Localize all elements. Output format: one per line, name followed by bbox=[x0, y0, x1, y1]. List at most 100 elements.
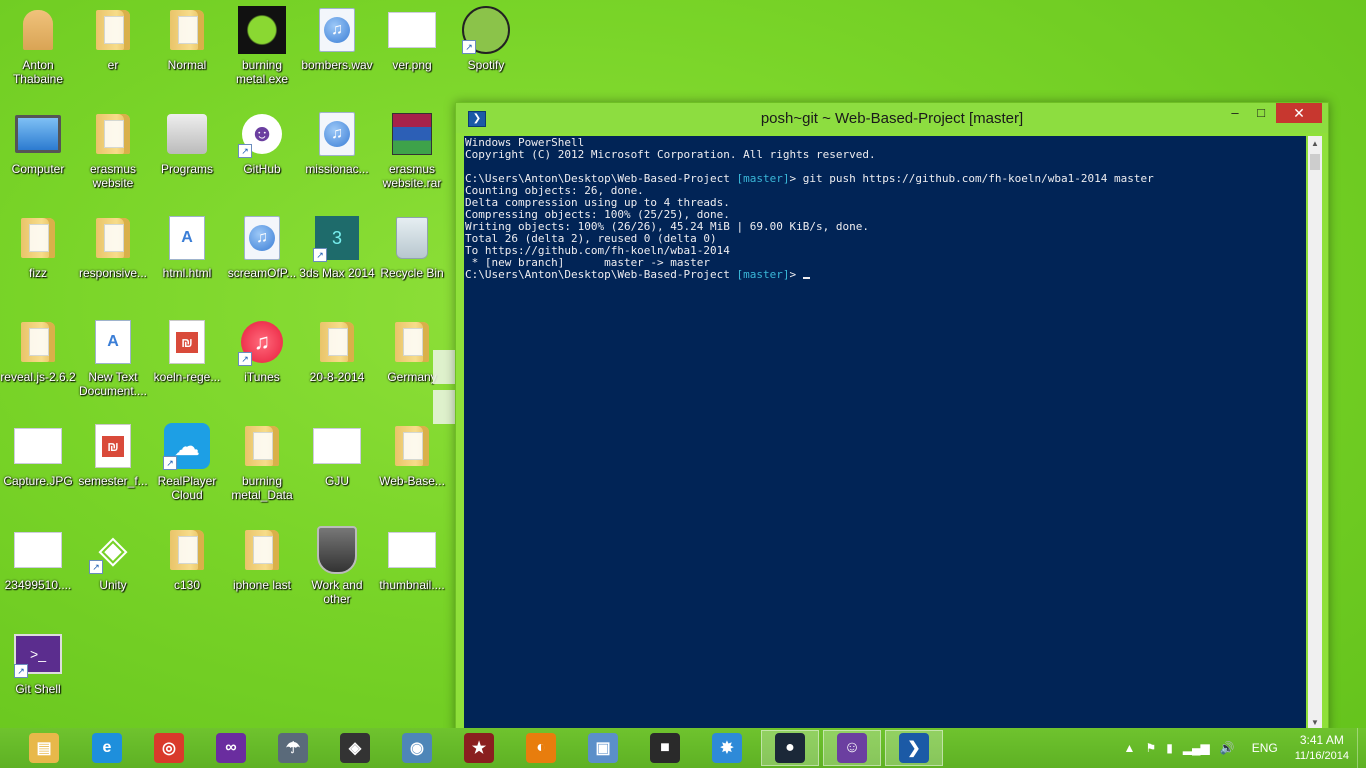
desktop-icon-label: Spotify bbox=[467, 58, 505, 72]
taskbar-button[interactable]: ✸ bbox=[705, 732, 749, 764]
power-icon[interactable]: ▮ bbox=[1166, 741, 1173, 755]
desktop-icon[interactable]: A New Text Document.... bbox=[75, 318, 151, 398]
desktop-icon-label: er bbox=[107, 58, 119, 72]
console-output[interactable]: Windows PowerShell Copyright (C) 2012 Mic… bbox=[464, 136, 1306, 731]
close-button[interactable]: ✕ bbox=[1276, 103, 1322, 123]
taskbar-button[interactable]: ★ bbox=[457, 732, 501, 764]
folder-icon bbox=[163, 526, 211, 574]
image-file-icon bbox=[388, 6, 436, 54]
desktop-icon[interactable]: ₪ koeln-rege... bbox=[149, 318, 225, 384]
desktop-icon[interactable]: ☻ ↗ GitHub bbox=[224, 110, 300, 176]
powershell-window[interactable]: ❯ posh~git ~ Web-Based-Project [master] … bbox=[455, 102, 1329, 736]
desktop-icon[interactable]: Work and other bbox=[299, 526, 375, 606]
desktop-icon[interactable]: thumbnail.... bbox=[374, 526, 450, 592]
scroll-up-icon[interactable]: ▲ bbox=[1308, 136, 1322, 152]
folder-icon bbox=[238, 526, 286, 574]
desktop-icon[interactable]: >_ ↗ Git Shell bbox=[0, 630, 76, 696]
desktop-icon[interactable]: reveal.js-2.6.2 bbox=[0, 318, 76, 384]
desktop-icon-label: Programs bbox=[160, 162, 213, 176]
action-center-flag-icon[interactable]: ⚑ bbox=[1145, 741, 1156, 755]
show-desktop-button[interactable] bbox=[1357, 728, 1366, 768]
3ds-max-icon: 3 ↗ bbox=[313, 214, 361, 262]
text-file-icon: A bbox=[89, 318, 137, 366]
show-hidden-icons-icon[interactable]: ▲ bbox=[1124, 741, 1136, 755]
taskbar-button[interactable]: e bbox=[85, 732, 129, 764]
taskbar-button[interactable]: ☂ bbox=[271, 732, 315, 764]
desktop-icon[interactable]: 3 ↗ 3ds Max 2014 bbox=[299, 214, 375, 280]
system-tray: ▲ ⚑ ▮ ▂▄▆ 🔊 ENG 3:41 AM 11/16/2014 bbox=[1119, 728, 1366, 768]
console-text: C:\Users\Anton\Desktop\Web-Based-Project bbox=[465, 268, 737, 281]
text-cursor bbox=[802, 277, 810, 279]
taskbar-button[interactable]: ▣ bbox=[581, 732, 625, 764]
taskbar-button[interactable]: ◎ bbox=[147, 732, 191, 764]
clock-date: 11/16/2014 bbox=[1294, 750, 1349, 762]
desktop-icon[interactable]: fizz bbox=[0, 214, 76, 280]
desktop-icon[interactable]: Normal bbox=[149, 6, 225, 72]
language-indicator[interactable]: ENG bbox=[1252, 741, 1278, 755]
console-text: > git push https://github.com/fh-koeln/w… bbox=[789, 172, 1154, 185]
taskbar-button[interactable]: ❯ bbox=[885, 730, 943, 766]
desktop-icon[interactable]: iphone last bbox=[224, 526, 300, 592]
desktop-icon[interactable]: ↗ Spotify bbox=[448, 6, 524, 72]
desktop-icon[interactable]: 20-8-2014 bbox=[299, 318, 375, 384]
desktop-icon[interactable]: Anton Thabaine bbox=[0, 6, 76, 86]
desktop-icon[interactable]: burning metal.exe bbox=[224, 6, 300, 86]
desktop-icon[interactable]: erasmus website.rar bbox=[374, 110, 450, 190]
desktop-icon[interactable]: ◈ ↗ Unity bbox=[75, 526, 151, 592]
taskbar-button[interactable]: ∞ bbox=[209, 732, 253, 764]
network-signal-icon[interactable]: ▂▄▆ bbox=[1183, 741, 1210, 755]
desktop-icon[interactable]: Capture.JPG bbox=[0, 422, 76, 488]
desktop-icon[interactable]: erasmus website bbox=[75, 110, 151, 190]
minimize-button[interactable]: – bbox=[1222, 103, 1248, 123]
computer-icon bbox=[14, 110, 62, 158]
desktop-icon[interactable]: burning metal_Data bbox=[224, 422, 300, 502]
taskbar-button[interactable]: ◈ bbox=[333, 732, 377, 764]
folder-icon bbox=[89, 6, 137, 54]
desktop-icon[interactable]: Recycle Bin bbox=[374, 214, 450, 280]
desktop-icon-label: erasmus website bbox=[89, 162, 136, 190]
desktop-icon[interactable]: ☁ ↗ RealPlayer Cloud bbox=[149, 422, 225, 502]
maximize-button[interactable]: □ bbox=[1248, 103, 1274, 123]
world-of-tanks-icon bbox=[313, 526, 361, 574]
desktop-icon[interactable]: er bbox=[75, 6, 151, 72]
desktop-icon[interactable]: ₪ semester_f... bbox=[75, 422, 151, 488]
desktop-icon[interactable]: 23499510.... bbox=[0, 526, 76, 592]
taskbar-button[interactable]: ● bbox=[761, 730, 819, 766]
desktop-icon[interactable]: ♫ bombers.wav bbox=[299, 6, 375, 72]
desktop-icon[interactable]: c130 bbox=[149, 526, 225, 592]
desktop-icon[interactable]: Computer bbox=[0, 110, 76, 176]
vertical-scrollbar[interactable]: ▲ ▼ bbox=[1308, 136, 1322, 731]
taskbar-button[interactable]: ◐ bbox=[519, 732, 563, 764]
taskbar-button[interactable]: ☺ bbox=[823, 730, 881, 766]
folder-icon bbox=[89, 214, 137, 262]
desktop-icon-label: Germany bbox=[387, 370, 437, 384]
desktop-icon[interactable]: ♫ missionac... bbox=[299, 110, 375, 176]
desktop-icon[interactable]: GJU bbox=[299, 422, 375, 488]
audio-file-icon: ♫ bbox=[238, 214, 286, 262]
taskbar-button[interactable]: ■ bbox=[643, 732, 687, 764]
desktop-icon[interactable]: ♫ screamOfP... bbox=[224, 214, 300, 280]
itunes-icon: ♫ ↗ bbox=[238, 318, 286, 366]
desktop-icon[interactable]: Ahtml.html bbox=[149, 214, 225, 280]
clock[interactable]: 3:41 AM 11/16/2014 bbox=[1295, 732, 1349, 764]
desktop-icon-label: responsive... bbox=[78, 266, 148, 280]
window-side-tab bbox=[433, 350, 455, 384]
window-titlebar[interactable]: ❯ posh~git ~ Web-Based-Project [master] … bbox=[456, 103, 1328, 133]
burning-metal-icon bbox=[238, 6, 286, 54]
unity-icon: ◈ ↗ bbox=[89, 526, 137, 574]
desktop-icon-label: bombers.wav bbox=[301, 58, 373, 72]
taskbar-button[interactable]: ◉ bbox=[395, 732, 439, 764]
volume-icon[interactable]: 🔊 bbox=[1220, 741, 1235, 755]
taskbar-button[interactable]: ▤ bbox=[22, 732, 66, 764]
desktop-icon-label: Computer bbox=[11, 162, 65, 176]
desktop-icon[interactable]: responsive... bbox=[75, 214, 151, 280]
audio-file-icon: ♫ bbox=[313, 6, 361, 54]
image-file-icon bbox=[14, 422, 62, 470]
desktop-icon[interactable]: Web-Base... bbox=[374, 422, 450, 488]
desktop-icon-label: reveal.js-2.6.2 bbox=[0, 370, 76, 384]
desktop-icon[interactable]: ♫ ↗ iTunes bbox=[224, 318, 300, 384]
desktop-icon[interactable]: ver.png bbox=[374, 6, 450, 72]
folder-icon bbox=[238, 422, 286, 470]
desktop-icon[interactable]: Programs bbox=[149, 110, 225, 176]
scrollbar-thumb[interactable] bbox=[1310, 154, 1320, 170]
